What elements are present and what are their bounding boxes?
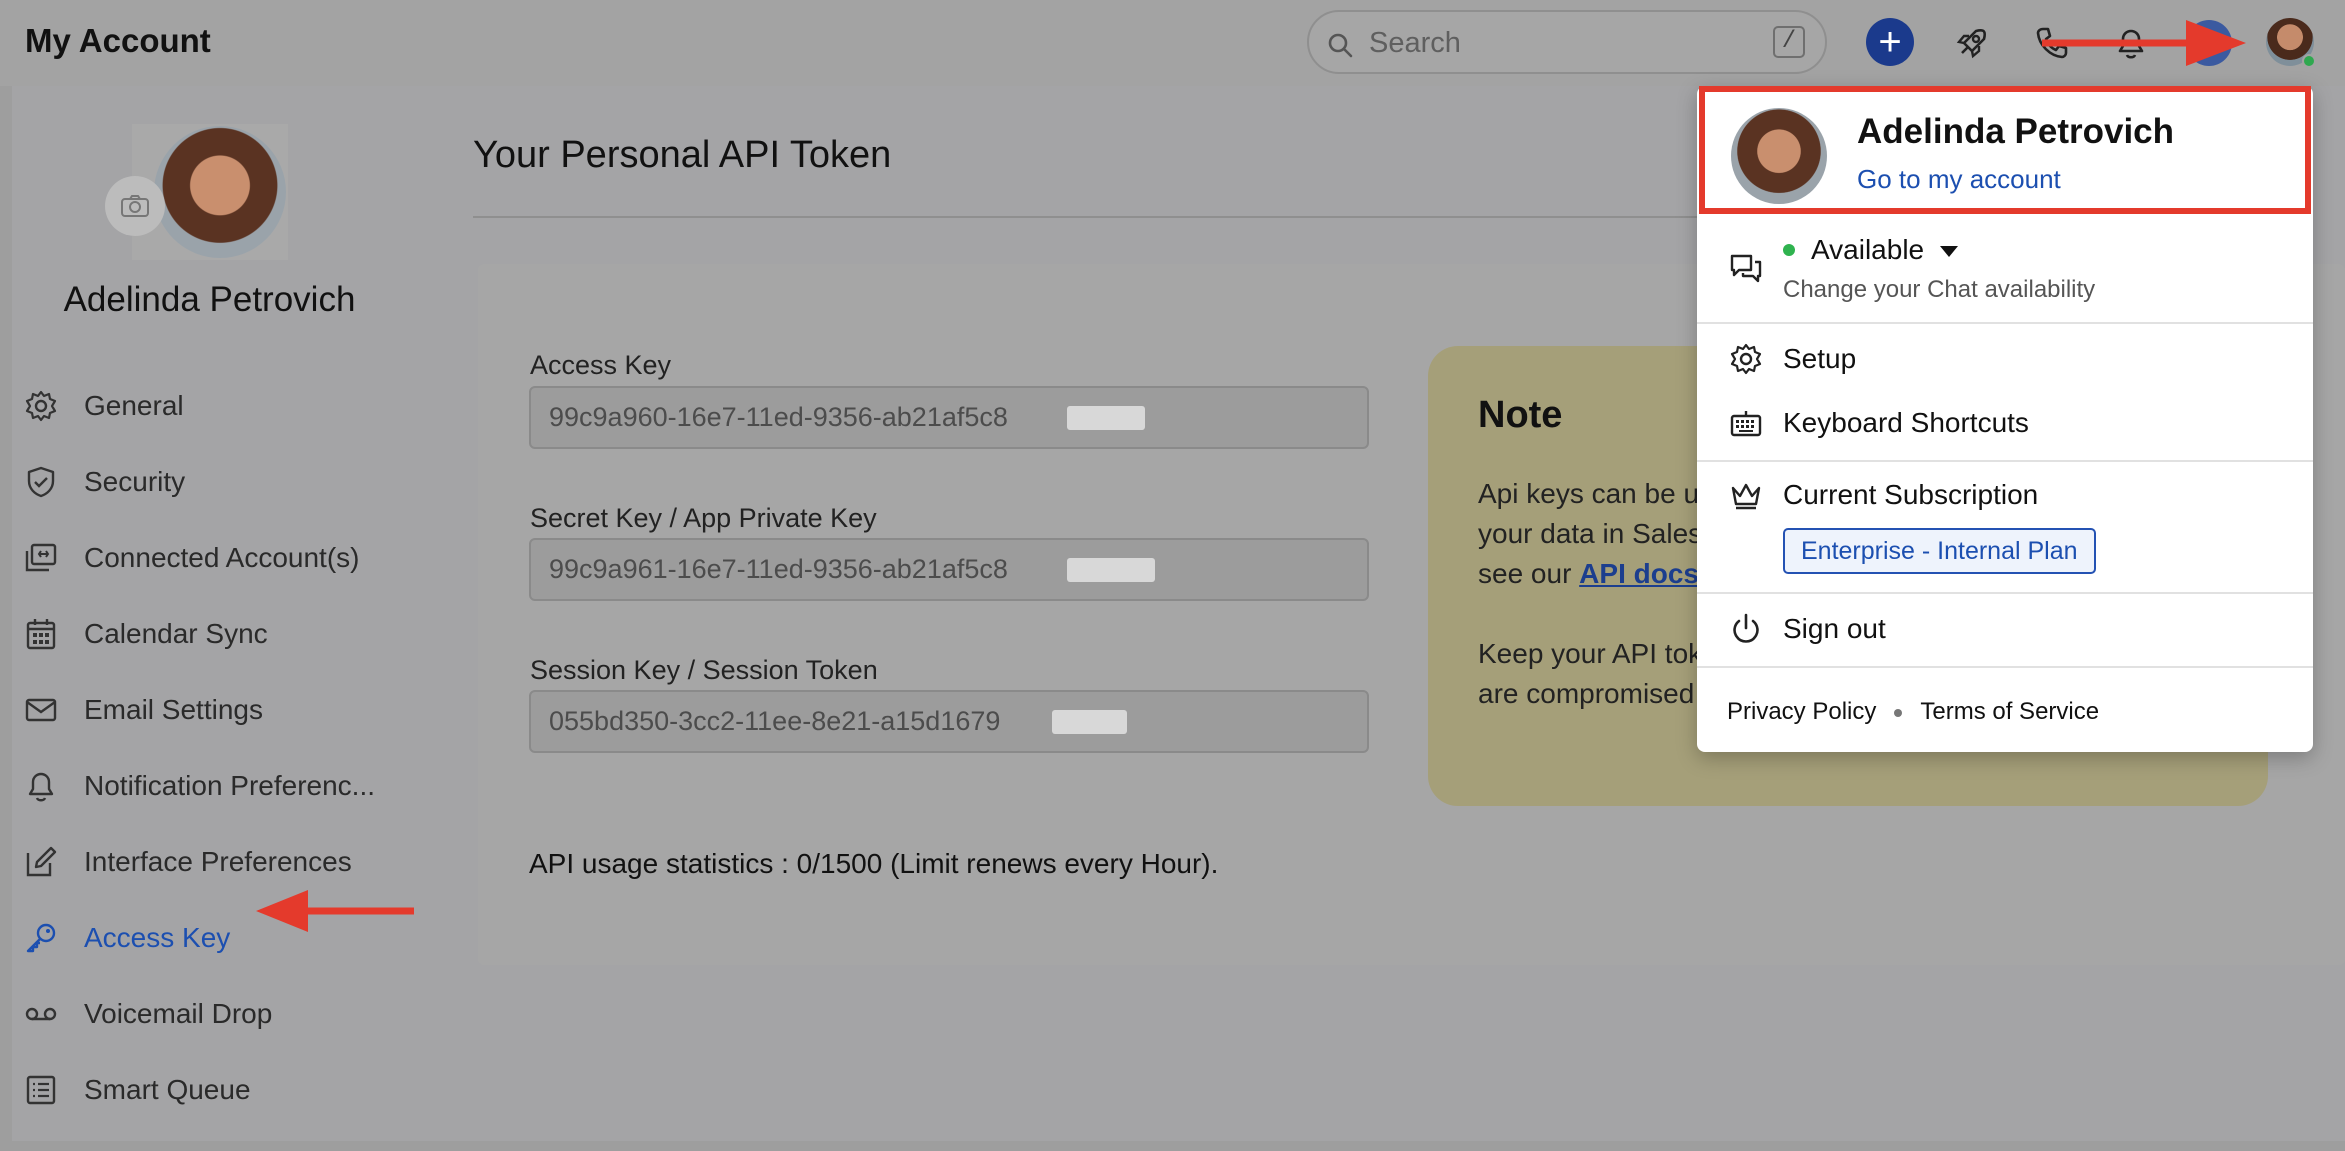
sidebar-nav: General Security Connected Account(s) Ca…	[22, 368, 442, 1128]
connected-accounts-icon	[22, 539, 60, 577]
sidebar-item-smart-queue[interactable]: Smart Queue	[22, 1052, 442, 1128]
redaction-mask	[1052, 710, 1127, 734]
note-text-prefix: see our	[1478, 558, 1580, 589]
title-divider	[473, 216, 1773, 218]
annotation-arrow	[256, 890, 414, 932]
sidebar-item-connected-accounts[interactable]: Connected Account(s)	[22, 520, 442, 596]
chat-icon	[1727, 249, 1765, 287]
top-bar: My Account / +	[0, 0, 2345, 86]
setup-menu-item[interactable]: Setup	[1783, 343, 1856, 375]
access-key-label: Access Key	[530, 350, 672, 380]
note-text-line: your data in Sales	[1478, 518, 1703, 549]
menu-footer-links: Privacy Policy Terms of Service	[1727, 698, 2099, 726]
availability-menu-item[interactable]: Available	[1811, 234, 1958, 266]
keyboard-shortcuts-menu-item[interactable]: Keyboard Shortcuts	[1783, 407, 2029, 439]
account-dropdown-menu: Adelinda Petrovich Go to my account Avai…	[1697, 86, 2313, 752]
search-shortcut-key: /	[1773, 26, 1805, 58]
terms-of-service-link[interactable]: Terms of Service	[1920, 698, 2099, 725]
menu-divider	[1697, 666, 2313, 668]
note-text-line: Keep your API tok	[1478, 638, 1703, 669]
bell-icon	[22, 767, 60, 805]
sidebar-item-security[interactable]: Security	[22, 444, 442, 520]
pencil-square-icon	[22, 843, 60, 881]
dropdown-avatar	[1731, 108, 1827, 204]
sidebar-item-label: Notification Preferenc...	[84, 770, 376, 801]
add-button[interactable]: +	[1866, 18, 1914, 66]
sidebar-item-label: Calendar Sync	[84, 618, 268, 649]
keyboard-icon	[1727, 404, 1765, 442]
sidebar-item-label: Interface Preferences	[84, 846, 352, 877]
gear-icon	[1727, 340, 1765, 378]
access-key-field[interactable]	[529, 386, 1369, 449]
availability-status-dot	[1783, 244, 1795, 256]
power-icon	[1727, 610, 1765, 648]
note-title: Note	[1478, 394, 1563, 436]
availability-label: Available	[1811, 234, 1925, 265]
api-docs-link[interactable]: API docs	[1579, 558, 1699, 589]
account-header[interactable]: Adelinda Petrovich Go to my account	[1699, 86, 2311, 214]
api-usage-statistics: API usage statistics : 0/1500 (Limit ren…	[529, 848, 1219, 879]
dropdown-user-name: Adelinda Petrovich	[1857, 112, 2175, 151]
search-icon	[1328, 33, 1353, 58]
privacy-policy-link[interactable]: Privacy Policy	[1727, 698, 1876, 725]
sidebar: Adelinda Petrovich General Security Conn…	[12, 86, 452, 1141]
sign-out-menu-item[interactable]: Sign out	[1783, 613, 1886, 645]
calendar-icon	[22, 615, 60, 653]
shield-icon	[22, 463, 60, 501]
annotation-arrow	[2042, 20, 2246, 66]
plan-badge[interactable]: Enterprise - Internal Plan	[1783, 528, 2096, 574]
gear-icon	[22, 387, 60, 425]
change-photo-button[interactable]	[105, 176, 165, 236]
sidebar-item-label: Security	[84, 466, 186, 497]
page-title: Your Personal API Token	[473, 134, 892, 176]
session-key-label: Session Key / Session Token	[530, 655, 878, 685]
note-text-line: Api keys can be u	[1478, 478, 1700, 509]
sidebar-item-voicemail-drop[interactable]: Voicemail Drop	[22, 976, 442, 1052]
search-box[interactable]: /	[1307, 10, 1827, 74]
sidebar-item-label: Voicemail Drop	[84, 998, 273, 1029]
menu-divider	[1697, 322, 2313, 324]
search-input[interactable]	[1369, 24, 1749, 62]
envelope-icon	[22, 691, 60, 729]
online-status-dot	[2302, 54, 2316, 68]
note-text-line: see our API docs	[1478, 558, 1699, 590]
sidebar-item-calendar-sync[interactable]: Calendar Sync	[22, 596, 442, 672]
profile-avatar	[154, 126, 286, 258]
go-to-account-link[interactable]: Go to my account	[1857, 164, 2061, 195]
voicemail-icon	[22, 995, 60, 1033]
redaction-mask	[1067, 406, 1145, 430]
secret-key-label: Secret Key / App Private Key	[530, 503, 877, 533]
camera-icon	[121, 195, 149, 217]
caret-down-icon	[1939, 246, 1958, 258]
menu-divider	[1697, 592, 2313, 594]
sidebar-item-label: Smart Queue	[84, 1074, 251, 1105]
note-text-line: are compromised	[1478, 678, 1695, 709]
sidebar-item-email-settings[interactable]: Email Settings	[22, 672, 442, 748]
sidebar-item-general[interactable]: General	[22, 368, 442, 444]
key-icon	[22, 919, 60, 957]
separator-dot	[1894, 708, 1903, 717]
sidebar-item-notification-preferences[interactable]: Notification Preferenc...	[22, 748, 442, 824]
rocket-icon[interactable]	[1946, 17, 1998, 69]
profile-name: Adelinda Petrovich	[63, 280, 356, 319]
sidebar-item-label: Connected Account(s)	[84, 542, 360, 573]
secret-key-field[interactable]	[529, 538, 1369, 601]
app-title: My Account	[25, 22, 211, 59]
sidebar-item-label: Email Settings	[84, 694, 263, 725]
current-subscription-menu-item[interactable]: Current Subscription	[1783, 479, 2038, 511]
sidebar-item-label: Access Key	[84, 922, 231, 953]
crown-icon	[1727, 476, 1765, 514]
checklist-icon	[22, 1071, 60, 1109]
menu-divider	[1697, 460, 2313, 462]
session-key-field[interactable]	[529, 690, 1369, 753]
redaction-mask	[1067, 558, 1155, 582]
availability-subtext: Change your Chat availability	[1783, 276, 2096, 303]
user-avatar[interactable]	[2266, 18, 2316, 68]
sidebar-item-label: General	[84, 390, 184, 421]
